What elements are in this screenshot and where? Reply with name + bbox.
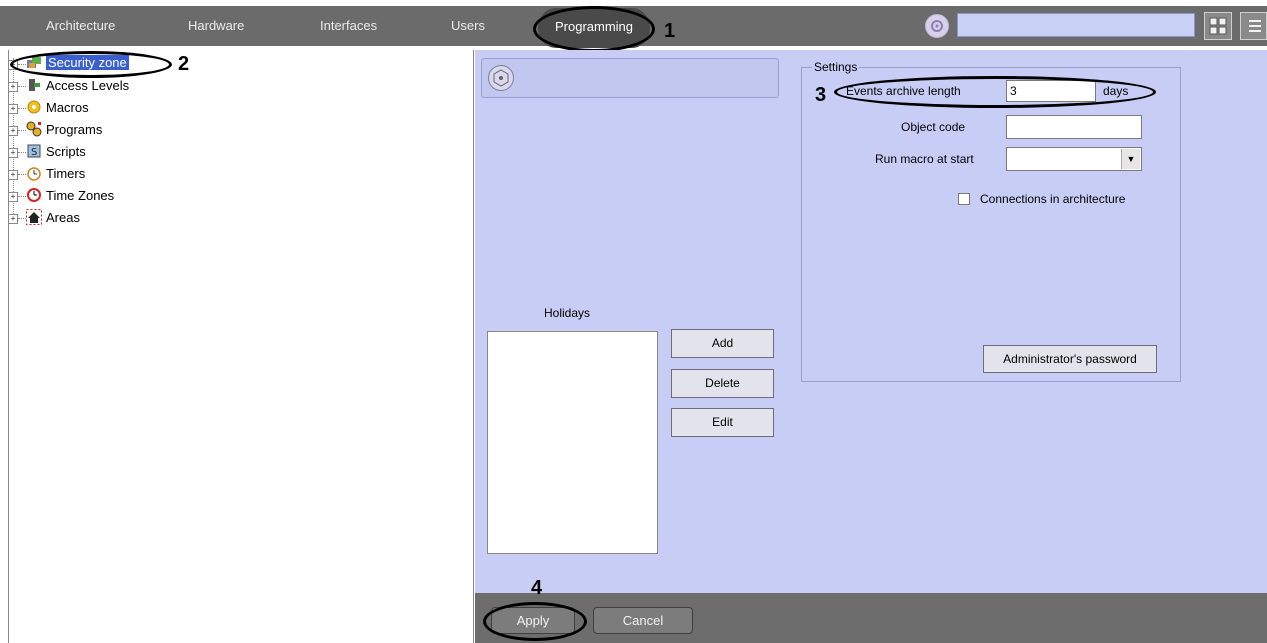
annotation-number-1: 1 (664, 20, 676, 42)
security-zone-icon (26, 55, 42, 71)
menu-list-icon[interactable] (1240, 12, 1267, 40)
object-code-field[interactable] (1006, 115, 1142, 139)
events-archive-unit: days (1103, 84, 1129, 98)
timers-icon (26, 165, 42, 181)
menu-hardware[interactable]: Hardware (188, 6, 244, 46)
tree-item-label: Time Zones (46, 188, 115, 203)
tree-item-label: Security zone (46, 55, 129, 70)
connections-label: Connections in architecture (980, 192, 1126, 206)
time-zones-icon (26, 187, 42, 203)
access-levels-icon (26, 77, 42, 93)
menu-users[interactable]: Users (451, 6, 485, 46)
tree-item-label: Programs (46, 122, 103, 137)
events-archive-field[interactable]: 3 (1006, 80, 1096, 102)
run-macro-select[interactable]: ▼ (1006, 147, 1142, 171)
tree-item-label: Scripts (46, 144, 86, 159)
grid-view-icon[interactable] (1204, 12, 1232, 40)
delete-holiday-button[interactable]: Delete (671, 369, 774, 398)
macros-icon (26, 99, 42, 115)
menu-interfaces[interactable]: Interfaces (320, 6, 377, 46)
holidays-list[interactable] (487, 331, 658, 554)
edit-holiday-button[interactable]: Edit (671, 408, 774, 437)
run-macro-label: Run macro at start (875, 152, 974, 166)
object-code-label: Object code (901, 120, 966, 134)
svg-text:S: S (31, 147, 37, 158)
connections-checkbox[interactable] (958, 193, 970, 205)
object-icon (488, 65, 514, 91)
expand-icon[interactable]: + (8, 126, 18, 136)
expand-icon[interactable]: + (8, 170, 18, 180)
object-header-button[interactable] (481, 58, 779, 98)
annotation-number-4: 4 (531, 577, 543, 599)
menu-programming-label: Programming (554, 19, 634, 34)
expand-icon[interactable]: + (8, 214, 18, 224)
settings-legend: Settings (812, 60, 860, 74)
events-archive-label: Events archive length (846, 84, 961, 98)
expand-icon[interactable]: + (8, 192, 18, 202)
annotation-number-2: 2 (178, 53, 190, 75)
menu-programming[interactable]: Programming (538, 8, 650, 48)
expand-icon[interactable]: + (8, 60, 18, 70)
expand-icon[interactable]: + (8, 104, 18, 114)
administrator-password-button[interactable]: Administrator's password (983, 345, 1157, 373)
expand-icon[interactable]: + (8, 148, 18, 158)
search-icon[interactable] (925, 14, 949, 38)
programs-icon (26, 121, 42, 137)
areas-icon (26, 209, 42, 225)
apply-button[interactable]: Apply (491, 607, 575, 634)
tree-item-label: Macros (46, 100, 89, 115)
cancel-button[interactable]: Cancel (593, 607, 693, 634)
add-holiday-button[interactable]: Add (671, 329, 774, 358)
tree-item-label: Timers (46, 166, 86, 181)
object-tree (8, 50, 474, 643)
tree-item-label: Access Levels (46, 78, 130, 93)
tree-item-label: Areas (46, 210, 80, 225)
chevron-down-icon[interactable]: ▼ (1121, 149, 1140, 169)
holidays-label: Holidays (544, 306, 591, 320)
expand-icon[interactable]: + (8, 82, 18, 92)
annotation-number-3: 3 (815, 84, 827, 106)
menu-architecture[interactable]: Architecture (46, 6, 115, 46)
scripts-icon: S (26, 143, 42, 159)
search-input[interactable] (957, 13, 1195, 37)
